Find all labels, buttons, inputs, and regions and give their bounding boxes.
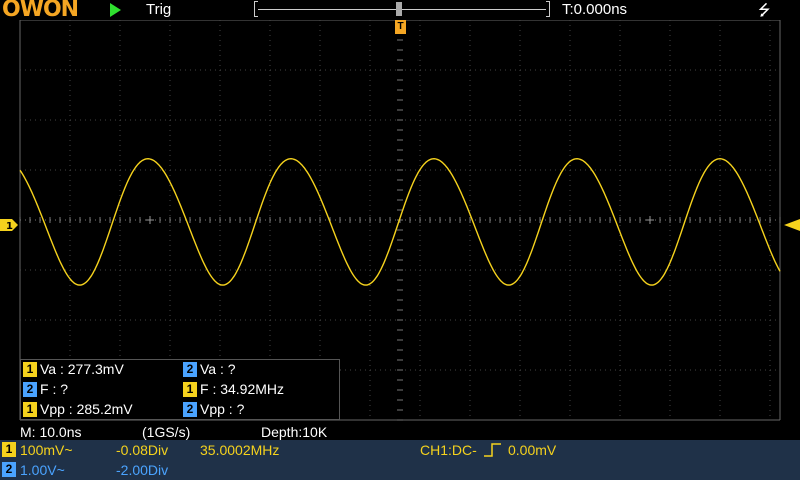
ch1-scale[interactable]: 100mV~	[20, 440, 73, 460]
ch1-level-marker[interactable]: 1	[0, 219, 20, 231]
trigger-status: Trig	[146, 1, 172, 18]
memory-depth-label: Depth:10K	[261, 424, 328, 440]
horizontal-position-marker[interactable]	[396, 2, 402, 16]
trigger-source[interactable]: CH1:DC-	[420, 440, 477, 460]
ch1-badge[interactable]: 1	[2, 442, 16, 457]
sample-rate-label: (1GS/s)	[142, 424, 191, 440]
svg-text:1: 1	[6, 221, 13, 231]
trigger-time-offset: T:0.000ns	[562, 1, 628, 18]
ch2-vpp-value: Vpp : ?	[200, 401, 245, 417]
trigger-position-marker[interactable]: T	[395, 20, 406, 34]
horizontal-position-bar[interactable]	[254, 1, 550, 17]
ch2-freq-value: F : ?	[40, 381, 69, 397]
trigger-level: 0.00mV	[508, 442, 557, 458]
rising-edge-icon	[484, 443, 501, 457]
ch1-offset: -0.08Div	[116, 442, 169, 458]
brand-logo: OWON	[2, 0, 79, 22]
timebase-label: M: 10.0ns	[20, 424, 82, 440]
ch1-frequency: 35.0002MHz	[200, 442, 280, 458]
run-state-icon[interactable]	[110, 3, 121, 17]
measurement-panel: 1 Va : 277.3mV 2 Va : ? 2F : ? 1F : 34.92M…	[20, 359, 340, 420]
ch1-vpp-value: Vpp : 285.2mV	[40, 401, 133, 417]
channel-status-bar: 1 100mV~ -0.08Div 35.0002MHz CH1:DC- 0.0…	[0, 440, 800, 480]
top-status-bar: OWON Trig T:0.000ns ⭍	[0, 0, 800, 22]
acquisition-info: M: 10.0ns (1GS/s) Depth:10K	[0, 424, 800, 440]
ch2-scale[interactable]: 1.00V~	[20, 460, 65, 480]
ch1-trigger-level-marker[interactable]	[784, 219, 800, 231]
ch2-badge[interactable]: 2	[2, 462, 16, 477]
ch2-va-value: Va : ?	[200, 361, 236, 377]
ch1-va-value: Va : 277.3mV	[40, 361, 124, 377]
ch1-freq-value: F : 34.92MHz	[200, 381, 285, 397]
ch2-offset: -2.00Div	[116, 462, 169, 478]
